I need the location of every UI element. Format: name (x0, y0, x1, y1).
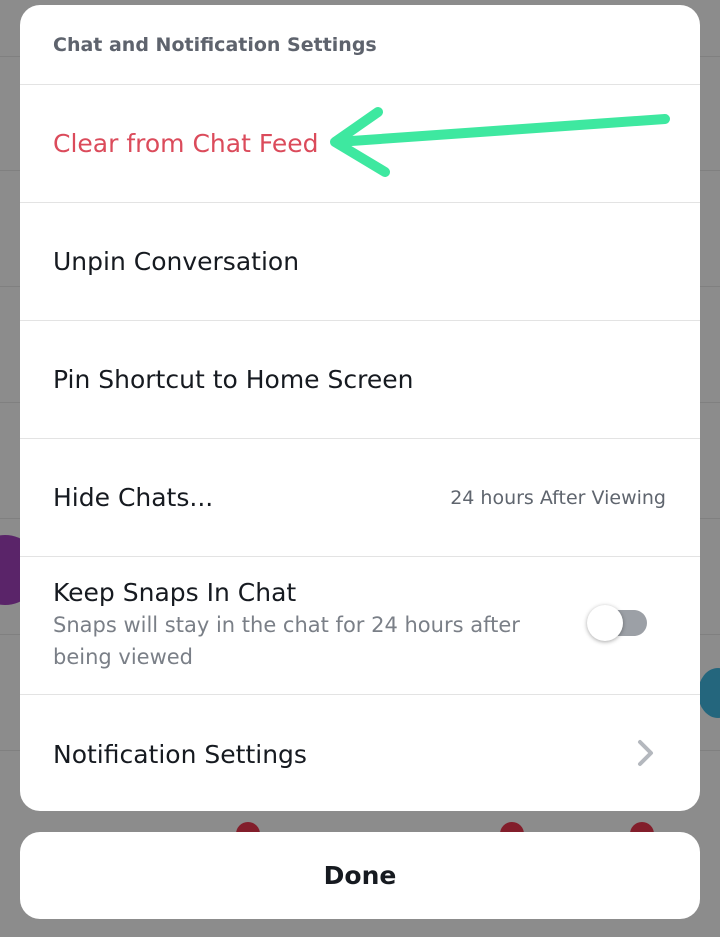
pin-shortcut-label: Pin Shortcut to Home Screen (53, 365, 414, 394)
clear-from-chat-feed-item[interactable]: Clear from Chat Feed (20, 85, 700, 203)
keep-snaps-toggle[interactable] (587, 605, 647, 641)
toggle-knob (587, 605, 623, 641)
done-button[interactable]: Done (20, 832, 700, 919)
unpin-conversation-item[interactable]: Unpin Conversation (20, 203, 700, 321)
notification-settings-item[interactable]: Notification Settings (20, 695, 700, 811)
hide-chats-item[interactable]: Hide Chats... 24 hours After Viewing (20, 439, 700, 557)
keep-snaps-description: Snaps will stay in the chat for 24 hours… (53, 613, 520, 669)
sheet-title: Chat and Notification Settings (20, 5, 700, 85)
unpin-conversation-label: Unpin Conversation (53, 247, 300, 276)
keep-snaps-label: Keep Snaps In Chat (53, 578, 297, 607)
keep-snaps-item[interactable]: Keep Snaps In Chat Snaps will stay in th… (20, 557, 700, 695)
chevron-right-icon (638, 740, 653, 766)
notification-settings-label: Notification Settings (53, 739, 307, 769)
pin-shortcut-item[interactable]: Pin Shortcut to Home Screen (20, 321, 700, 439)
settings-sheet: Chat and Notification Settings Clear fro… (20, 5, 700, 811)
hide-chats-label: Hide Chats... (53, 483, 214, 512)
hide-chats-value: 24 hours After Viewing (450, 486, 666, 509)
clear-from-chat-feed-label: Clear from Chat Feed (53, 129, 319, 158)
